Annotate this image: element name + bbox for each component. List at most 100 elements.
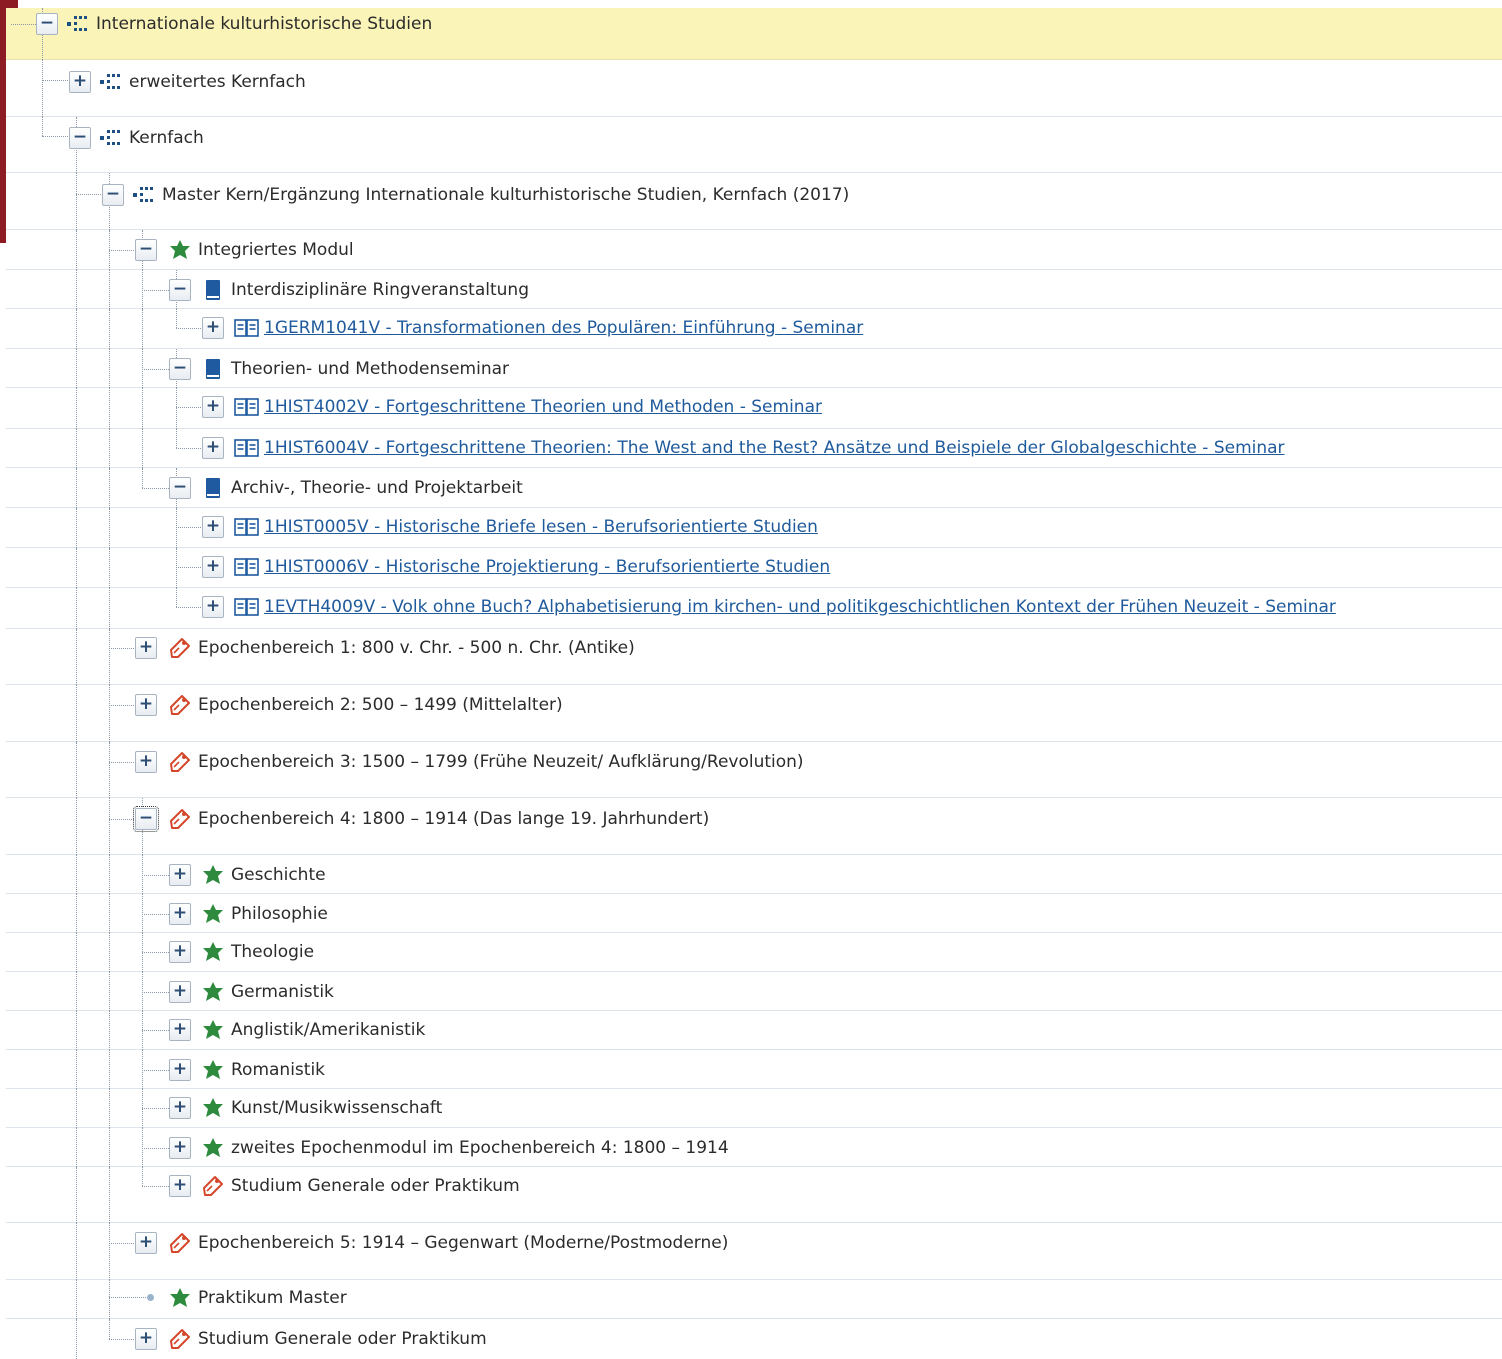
tree-row[interactable]: + Studium Generale oder Praktikum [6, 1319, 1502, 1359]
tree-row[interactable]: − Theorien- und Methodenseminar [6, 349, 1502, 388]
expand-toggle[interactable]: + [135, 751, 157, 773]
tree-row[interactable]: − Kernfach [6, 117, 1502, 173]
module-icon [201, 1137, 225, 1159]
tree-row[interactable]: + 1GERM1041V - Transformationen des Popu… [6, 309, 1502, 349]
structure-icon [132, 184, 156, 206]
tree-item-label: Epochenbereich 4: 1800 – 1914 (Das lange… [198, 809, 710, 829]
course-link[interactable]: 1HIST4002V - Fortgeschrittene Theorien u… [264, 396, 822, 418]
tree-item-label: Theologie [231, 942, 315, 962]
expand-toggle[interactable]: + [135, 1328, 157, 1350]
module-icon [168, 1287, 192, 1309]
module-icon [201, 1097, 225, 1119]
tree-row[interactable]: + 1HIST0005V - Historische Briefe lesen … [6, 508, 1502, 548]
collapse-toggle[interactable]: − [169, 279, 191, 301]
collapse-toggle[interactable]: − [69, 127, 91, 149]
module-icon [201, 903, 225, 925]
tree-row[interactable]: + Romanistik [6, 1050, 1502, 1089]
tree-item-label: Integriertes Modul [198, 240, 354, 260]
tree-row[interactable]: + Epochenbereich 2: 500 – 1499 (Mittelal… [6, 685, 1502, 742]
collapse-toggle[interactable]: − [133, 806, 159, 832]
course-icon [234, 556, 259, 578]
tree-row[interactable]: + Anglistik/Amerikanistik [6, 1011, 1502, 1050]
module-icon [201, 864, 225, 886]
expand-toggle[interactable]: + [135, 694, 157, 716]
course-link[interactable]: 1EVTH4009V - Volk ohne Buch? Alphabetisi… [264, 596, 1336, 618]
tag-icon [168, 808, 192, 830]
expand-toggle[interactable]: + [169, 981, 191, 1003]
expand-toggle[interactable]: + [202, 396, 224, 418]
expand-toggle[interactable]: + [169, 1059, 191, 1081]
expand-toggle[interactable]: + [202, 516, 224, 538]
expand-toggle[interactable]: + [135, 637, 157, 659]
expand-toggle[interactable]: + [169, 1097, 191, 1119]
tree-row[interactable]: − Internationale kulturhistorische Studi… [6, 8, 1502, 60]
tree-row[interactable]: + erweitertes Kernfach [6, 60, 1502, 117]
expand-toggle[interactable]: + [202, 556, 224, 578]
course-link[interactable]: 1GERM1041V - Transformationen des Populä… [264, 317, 863, 339]
course-link[interactable]: 1HIST6004V - Fortgeschrittene Theorien: … [264, 437, 1285, 459]
tree-row[interactable]: + Studium Generale oder Praktikum [6, 1167, 1502, 1223]
tree-row[interactable]: − Epochenbereich 4: 1800 – 1914 (Das lan… [6, 798, 1502, 855]
tree-row[interactable]: + zweites Epochenmodul im Epochenbereich… [6, 1128, 1502, 1167]
course-icon [234, 596, 259, 618]
module-tree: − Internationale kulturhistorische Studi… [0, 0, 1502, 1359]
course-icon [234, 317, 259, 339]
expand-toggle[interactable]: + [169, 1019, 191, 1041]
tree-row[interactable]: + 1HIST0006V - Historische Projektierung… [6, 548, 1502, 588]
tree-item-label: Kernfach [129, 128, 204, 148]
tag-icon [168, 1232, 192, 1254]
tree-row[interactable]: + 1HIST4002V - Fortgeschrittene Theorien… [6, 388, 1502, 429]
expand-toggle[interactable]: + [169, 864, 191, 886]
tree-item-label: zweites Epochenmodul im Epochenbereich 4… [231, 1138, 729, 1158]
collapse-toggle[interactable]: − [102, 184, 124, 206]
tree-row[interactable]: + 1HIST6004V - Fortgeschrittene Theorien… [6, 429, 1502, 468]
tree-item-label: Geschichte [231, 865, 326, 885]
book-icon [201, 279, 225, 301]
collapse-toggle[interactable]: − [36, 13, 58, 35]
collapse-toggle[interactable]: − [135, 239, 157, 261]
tree-item-label: Master Kern/Ergänzung Internationale kul… [162, 185, 850, 205]
tree-row[interactable]: + Theologie [6, 933, 1502, 972]
tree-row[interactable]: + Epochenbereich 1: 800 v. Chr. - 500 n.… [6, 629, 1502, 685]
tree-row[interactable]: − Archiv-, Theorie- und Projektarbeit [6, 468, 1502, 508]
tree-row[interactable]: + Philosophie [6, 894, 1502, 933]
tree-item-label: Studium Generale oder Praktikum [231, 1176, 520, 1196]
expand-toggle[interactable]: + [169, 903, 191, 925]
tree-row[interactable]: − Interdisziplinäre Ringveranstaltung [6, 270, 1502, 309]
expand-toggle[interactable]: + [169, 1137, 191, 1159]
collapse-toggle[interactable]: − [169, 477, 191, 499]
tree-row[interactable]: − Master Kern/Ergänzung Internationale k… [6, 173, 1502, 230]
tag-icon [168, 694, 192, 716]
expand-toggle[interactable]: + [169, 1175, 191, 1197]
course-link[interactable]: 1HIST0006V - Historische Projektierung -… [264, 556, 830, 578]
tree-item-label: Epochenbereich 3: 1500 – 1799 (Frühe Neu… [198, 752, 804, 772]
tree-row[interactable]: + Geschichte [6, 855, 1502, 894]
expand-toggle[interactable]: + [135, 1232, 157, 1254]
tree-item-label: Archiv-, Theorie- und Projektarbeit [231, 478, 523, 498]
module-icon [201, 1059, 225, 1081]
tree-row[interactable]: + Kunst/Musikwissenschaft [6, 1089, 1502, 1128]
leaf-dot-icon [147, 1294, 154, 1301]
tree-item-label: Internationale kulturhistorische Studien [96, 14, 433, 34]
structure-icon [99, 127, 123, 149]
expand-toggle[interactable]: + [202, 317, 224, 339]
tree-row[interactable]: Praktikum Master [6, 1280, 1502, 1319]
tree-row[interactable]: + Epochenbereich 5: 1914 – Gegenwart (Mo… [6, 1223, 1502, 1280]
tree-row[interactable]: + 1EVTH4009V - Volk ohne Buch? Alphabeti… [6, 588, 1502, 629]
course-icon [234, 437, 259, 459]
tree-row[interactable]: − Integriertes Modul [6, 230, 1502, 270]
expand-toggle[interactable]: + [202, 437, 224, 459]
tag-icon [168, 1328, 192, 1350]
tree-item-label: erweitertes Kernfach [129, 72, 306, 92]
tag-icon [168, 751, 192, 773]
tree-item-label: Epochenbereich 2: 500 – 1499 (Mittelalte… [198, 695, 563, 715]
expand-toggle[interactable]: + [69, 71, 91, 93]
tree-row[interactable]: + Epochenbereich 3: 1500 – 1799 (Frühe N… [6, 742, 1502, 798]
expand-toggle[interactable]: + [202, 596, 224, 618]
expand-toggle[interactable]: + [169, 941, 191, 963]
collapse-toggle[interactable]: − [169, 358, 191, 380]
tree-item-label: Epochenbereich 5: 1914 – Gegenwart (Mode… [198, 1233, 729, 1253]
course-link[interactable]: 1HIST0005V - Historische Briefe lesen - … [264, 516, 818, 538]
module-icon [201, 1019, 225, 1041]
tree-row[interactable]: + Germanistik [6, 972, 1502, 1011]
